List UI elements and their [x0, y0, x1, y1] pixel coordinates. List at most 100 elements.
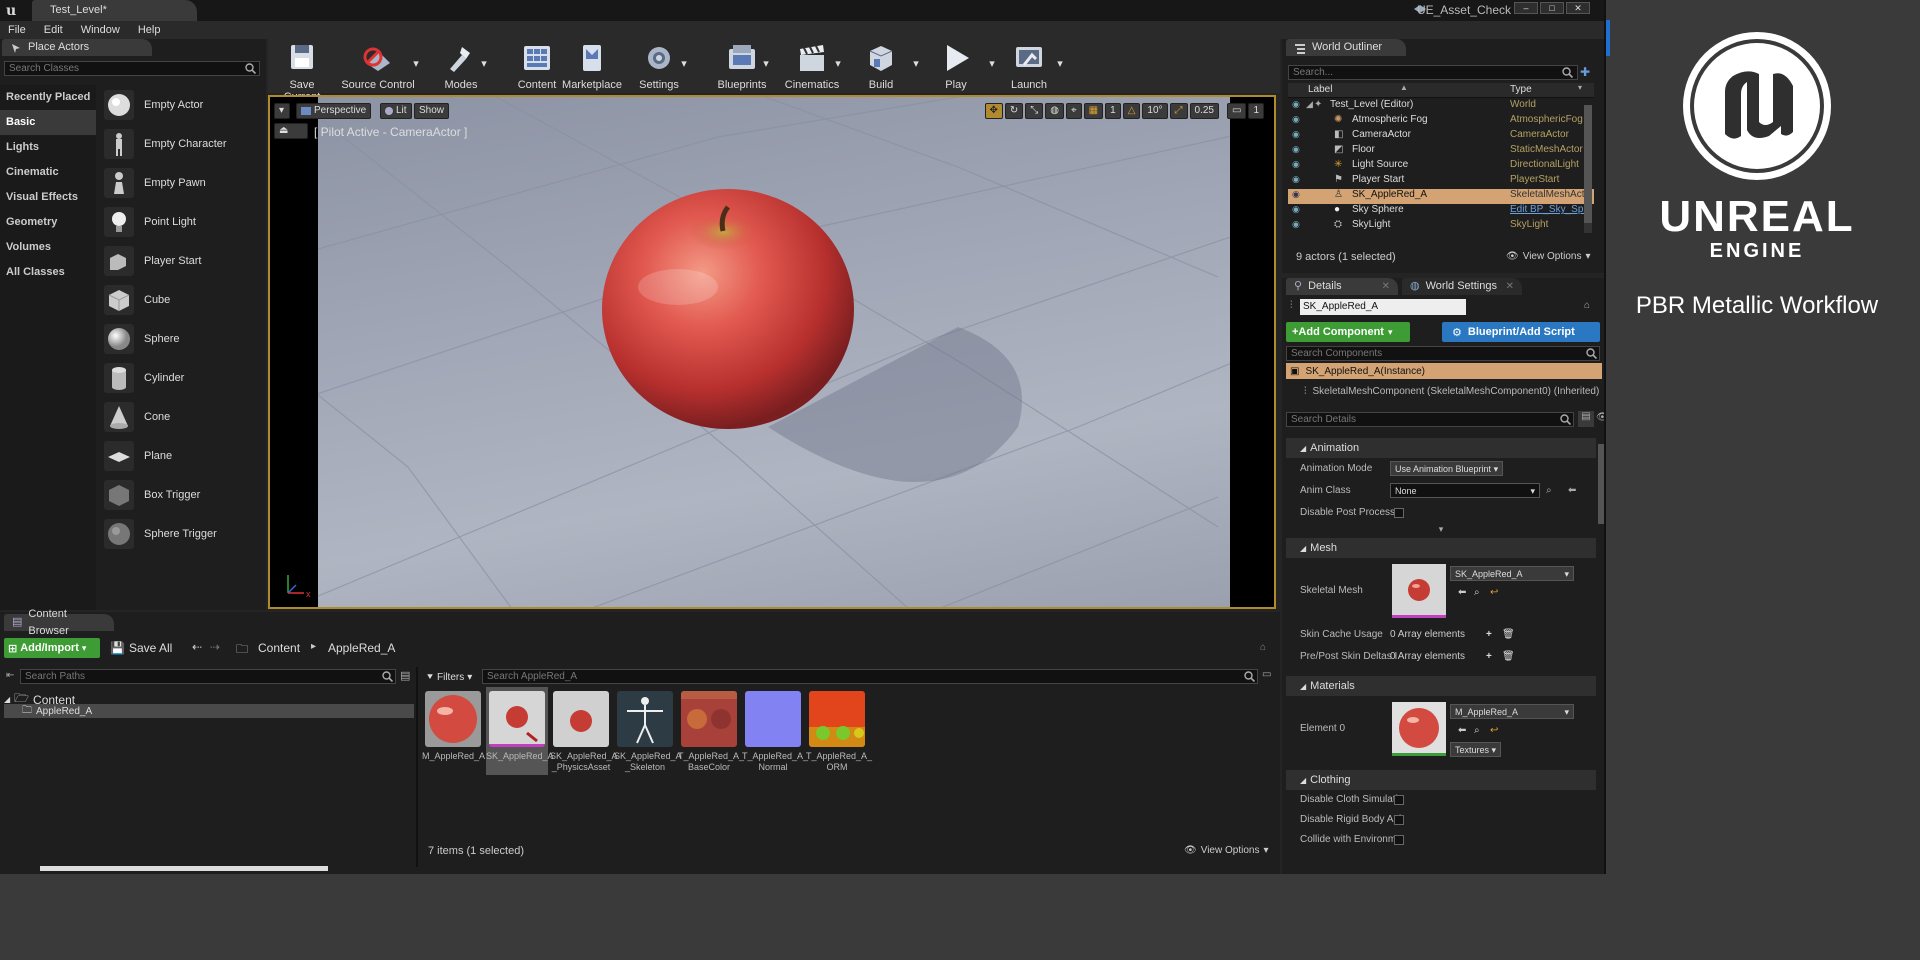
- category-all-classes[interactable]: All Classes: [0, 260, 96, 285]
- outliner-row-selected[interactable]: ◉ ♙ SK_AppleRed_A SkeletalMeshActo: [1288, 189, 1594, 204]
- material-thumbnail[interactable]: [1392, 702, 1446, 756]
- actor-item[interactable]: Sphere: [100, 319, 264, 358]
- blueprint-add-script-button[interactable]: ⚙ Blueprint/Add Script: [1442, 322, 1600, 342]
- save-search-icon[interactable]: ▭: [1262, 669, 1271, 680]
- column-dropdown-icon[interactable]: ▾: [1578, 83, 1582, 92]
- property-matrix-icon[interactable]: ▤: [1578, 411, 1594, 427]
- modes-dropdown[interactable]: ▾: [480, 57, 488, 70]
- outliner-scrollbar[interactable]: [1584, 105, 1592, 233]
- outliner-row[interactable]: ◉ ◢ ✦ Test_Level (Editor) World: [1288, 99, 1594, 114]
- lock-icon[interactable]: ⌂: [1584, 300, 1590, 311]
- forward-arrow-icon[interactable]: ⇢: [210, 640, 220, 654]
- category-visual-effects[interactable]: Visual Effects: [0, 185, 96, 210]
- minimize-button[interactable]: –: [1514, 2, 1538, 14]
- textures-dropdown[interactable]: Textures ▾: [1450, 742, 1502, 757]
- use-selected-arrow-icon[interactable]: ⬅: [1568, 480, 1576, 502]
- visibility-eye-icon[interactable]: ◉: [1292, 129, 1300, 140]
- category-basic[interactable]: Basic: [0, 110, 96, 135]
- camera-speed-icon[interactable]: ▭: [1226, 103, 1247, 119]
- outliner-add-filter-icon[interactable]: ✚: [1580, 65, 1590, 79]
- visibility-eye-icon[interactable]: ◉: [1292, 159, 1300, 170]
- actor-item[interactable]: Player Start: [100, 241, 264, 280]
- details-tab[interactable]: ⚲ Details ✕: [1286, 278, 1398, 295]
- browse-icon[interactable]: ⌕: [1546, 480, 1552, 502]
- reset-icon[interactable]: ↩: [1490, 586, 1498, 600]
- use-selected-arrow-icon[interactable]: ⬅: [1458, 724, 1466, 738]
- actor-item[interactable]: Empty Pawn: [100, 163, 264, 202]
- advanced-expand-arrow-icon[interactable]: ▾: [1286, 524, 1596, 538]
- category-recently-placed[interactable]: Recently Placed: [0, 85, 96, 110]
- marketplace-button[interactable]: Marketplace: [560, 43, 624, 91]
- actor-item[interactable]: Cone: [100, 397, 264, 436]
- back-arrow-icon[interactable]: ⇠: [192, 640, 202, 654]
- search-components-input[interactable]: Search Components: [1286, 346, 1600, 361]
- eye-icon[interactable]: 👁: [1596, 412, 1604, 423]
- add-element-icon[interactable]: +: [1486, 646, 1492, 668]
- trash-icon[interactable]: 🗑: [1502, 624, 1515, 646]
- category-lights[interactable]: Lights: [0, 135, 96, 160]
- category-volumes[interactable]: Volumes: [0, 235, 96, 260]
- actor-item[interactable]: Empty Actor: [100, 85, 264, 124]
- breadcrumb-content[interactable]: Content: [258, 641, 300, 655]
- viewport-options-dropdown[interactable]: ▾: [274, 103, 290, 119]
- materials-section-header[interactable]: ◢ Materials: [1286, 676, 1596, 696]
- search-paths-input[interactable]: Search Paths: [20, 669, 396, 684]
- collapse-sources-icon[interactable]: ⇤: [6, 670, 14, 681]
- visibility-eye-icon[interactable]: ◉: [1292, 114, 1300, 125]
- perspective-button[interactable]: Perspective: [296, 103, 372, 119]
- actor-name-field[interactable]: SK_AppleRed_A: [1300, 299, 1466, 315]
- show-button[interactable]: Show: [414, 103, 450, 119]
- asset-tile-selected[interactable]: SK_AppleRed_A: [486, 687, 554, 775]
- disable-cloth-checkbox[interactable]: [1394, 795, 1404, 805]
- add-element-icon[interactable]: +: [1486, 624, 1492, 646]
- asset-tile[interactable]: SK_AppleRed_A _Skeleton: [614, 691, 682, 773]
- collide-env-checkbox[interactable]: [1394, 835, 1404, 845]
- asset-tile[interactable]: M_AppleRed_A: [422, 691, 485, 762]
- asset-view-options[interactable]: 👁 View Options ▾: [1184, 845, 1268, 856]
- scale-snap-value[interactable]: 0.25: [1189, 103, 1219, 119]
- rotate-icon[interactable]: ↻: [1004, 103, 1024, 119]
- close-button[interactable]: ✕: [1566, 2, 1590, 14]
- browse-icon[interactable]: ⌕: [1474, 586, 1480, 600]
- build-button[interactable]: Build: [858, 43, 904, 91]
- outliner-col-label[interactable]: Label: [1308, 84, 1332, 95]
- menu-window[interactable]: Window: [81, 24, 120, 36]
- search-details-input[interactable]: Search Details: [1286, 412, 1574, 427]
- launch-dropdown[interactable]: ▾: [1056, 57, 1064, 70]
- view-options-icon[interactable]: ▤: [400, 669, 410, 682]
- grid-snap-icon[interactable]: ▦: [1083, 103, 1104, 119]
- anim-class-dropdown[interactable]: None ▾: [1390, 483, 1540, 498]
- settings-dropdown[interactable]: ▾: [680, 57, 688, 70]
- outliner-row[interactable]: ◉ ◧ CameraActor CameraActor: [1288, 129, 1594, 144]
- asset-tile[interactable]: T_AppleRed_A_ BaseColor: [678, 691, 744, 773]
- actor-item[interactable]: Empty Character: [100, 124, 264, 163]
- asset-tile[interactable]: SK_AppleRed_A _PhysicsAsset: [550, 691, 618, 773]
- source-control-dropdown[interactable]: ▾: [412, 57, 420, 70]
- camera-speed-value[interactable]: 1: [1248, 103, 1264, 119]
- menu-edit[interactable]: Edit: [44, 24, 63, 36]
- outliner-row[interactable]: ◉ ● Sky Sphere Edit BP_Sky_Sph: [1288, 204, 1594, 219]
- maximize-button[interactable]: □: [1540, 2, 1564, 14]
- close-icon[interactable]: ✕: [1506, 278, 1514, 295]
- source-control-button[interactable]: Source Control: [340, 43, 416, 91]
- visibility-eye-icon[interactable]: ◉: [1292, 189, 1300, 200]
- scrollbar-thumb[interactable]: [1584, 105, 1592, 223]
- skeletal-mesh-dropdown[interactable]: SK_AppleRed_A ▾: [1450, 566, 1574, 581]
- details-scrollbar[interactable]: [1598, 444, 1604, 524]
- reset-icon[interactable]: ↩: [1490, 724, 1498, 738]
- play-button[interactable]: Play: [934, 43, 978, 91]
- launch-button[interactable]: Launch: [1004, 43, 1054, 91]
- actor-item[interactable]: Box Trigger: [100, 475, 264, 514]
- visibility-eye-icon[interactable]: ◉: [1292, 204, 1300, 215]
- pilot-eject-button[interactable]: ⏏: [274, 123, 308, 139]
- actor-item[interactable]: Cylinder: [100, 358, 264, 397]
- disable-rigid-checkbox[interactable]: [1394, 815, 1404, 825]
- grid-size-value[interactable]: 1: [1105, 103, 1121, 119]
- outliner-row[interactable]: ◉ ✳ Light Source DirectionalLight: [1288, 159, 1594, 174]
- visibility-eye-icon[interactable]: ◉: [1292, 174, 1300, 185]
- level-tab[interactable]: Test_Level*: [32, 0, 197, 21]
- search-classes-input[interactable]: Search Classes: [4, 61, 260, 76]
- outliner-search-input[interactable]: Search...: [1288, 65, 1578, 80]
- actor-item[interactable]: Plane: [100, 436, 264, 475]
- blueprints-dropdown[interactable]: ▾: [762, 57, 770, 70]
